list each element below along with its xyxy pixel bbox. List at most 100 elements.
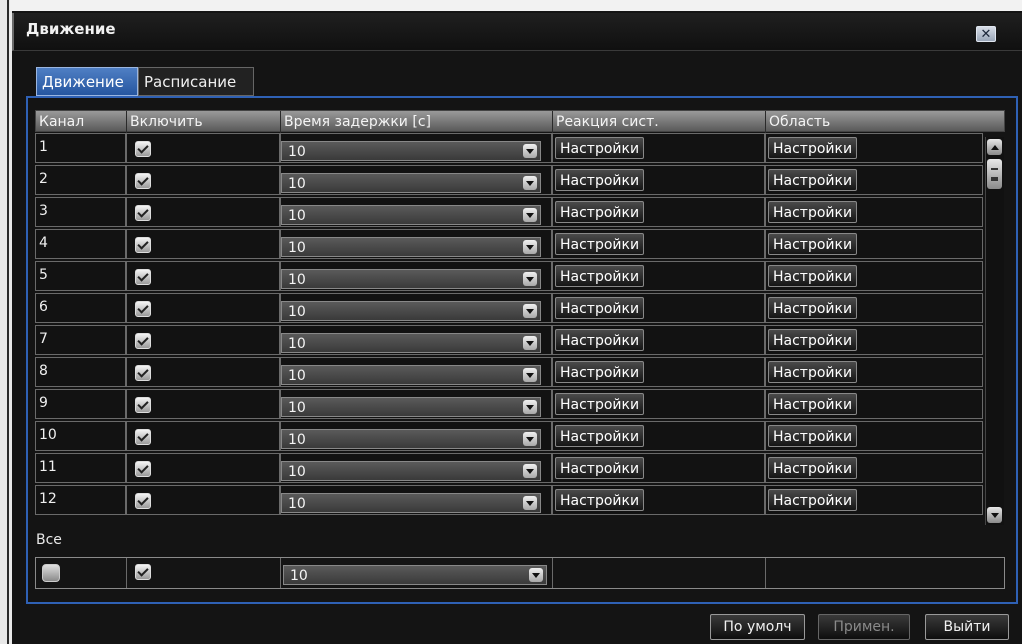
- all-select-cell: [36, 558, 127, 588]
- scroll-up-icon[interactable]: [987, 139, 1002, 155]
- delay-select[interactable]: 10: [281, 269, 541, 289]
- channel-number: 7: [39, 331, 48, 347]
- delay-select[interactable]: 10: [281, 493, 541, 513]
- channel-number: 6: [39, 299, 48, 315]
- all-delay-cell: 10: [281, 558, 553, 588]
- channel-cell: [35, 293, 126, 323]
- area-settings-button[interactable]: Настройки: [768, 137, 858, 159]
- apply-button[interactable]: Примен.: [818, 614, 910, 640]
- channel-number: 5: [39, 267, 48, 283]
- area-settings-button[interactable]: Настройки: [768, 233, 858, 255]
- reaction-settings-button[interactable]: Настройки: [555, 169, 645, 191]
- delay-select[interactable]: 10: [281, 173, 541, 193]
- table-row: 7 10 Настройки Настройки: [35, 325, 983, 355]
- delay-value: 10: [288, 144, 306, 160]
- channel-number: 1: [39, 139, 48, 155]
- tab-schedule[interactable]: Расписание: [138, 67, 254, 96]
- scroll-thumb[interactable]: [987, 159, 1002, 189]
- reaction-settings-button[interactable]: Настройки: [555, 297, 645, 319]
- table-row: 4 10 Настройки Настройки: [35, 229, 983, 259]
- enable-checkbox[interactable]: [135, 429, 151, 445]
- area-settings-button[interactable]: Настройки: [768, 361, 858, 383]
- chevron-down-icon: [523, 272, 537, 286]
- chevron-down-icon: [523, 464, 537, 478]
- enable-checkbox[interactable]: [135, 301, 151, 317]
- all-enable-cell: [127, 558, 281, 588]
- delay-select[interactable]: 10: [281, 429, 541, 449]
- left-edge-bar: [7, 0, 9, 644]
- enable-checkbox[interactable]: [135, 365, 151, 381]
- enable-checkbox[interactable]: [135, 237, 151, 253]
- chevron-down-icon: [523, 400, 537, 414]
- delay-select[interactable]: 10: [281, 301, 541, 321]
- enable-checkbox[interactable]: [135, 397, 151, 413]
- reaction-settings-button[interactable]: Настройки: [555, 457, 645, 479]
- area-settings-button[interactable]: Настройки: [768, 329, 858, 351]
- channel-cell: [35, 325, 126, 355]
- table-row: 6 10 Настройки Настройки: [35, 293, 983, 323]
- reaction-settings-button[interactable]: Настройки: [555, 489, 645, 511]
- area-settings-button[interactable]: Настройки: [768, 489, 858, 511]
- reaction-settings-button[interactable]: Настройки: [555, 425, 645, 447]
- exit-button[interactable]: Выйти: [925, 614, 1009, 640]
- delay-select[interactable]: 10: [281, 237, 541, 257]
- title-bar: [12, 13, 1022, 51]
- reaction-settings-button[interactable]: Настройки: [555, 393, 645, 415]
- delay-select[interactable]: 10: [281, 141, 541, 161]
- enable-checkbox[interactable]: [135, 493, 151, 509]
- chevron-down-icon: [523, 176, 537, 190]
- dialog-title: Движение: [26, 20, 116, 38]
- table-row: 1 10 Настройки Настройки: [35, 133, 983, 163]
- channel-cell: [35, 165, 126, 195]
- channel-number: 4: [39, 235, 48, 251]
- close-button[interactable]: ✕: [976, 26, 996, 42]
- enable-checkbox[interactable]: [135, 205, 151, 221]
- delay-value: 10: [288, 464, 306, 480]
- enable-checkbox[interactable]: [135, 461, 151, 477]
- channel-number: 12: [39, 491, 57, 507]
- delay-select[interactable]: 10: [281, 461, 541, 481]
- all-enable-checkbox[interactable]: [135, 564, 151, 580]
- chevron-down-icon: [523, 208, 537, 222]
- table-scrollbar[interactable]: [985, 137, 1004, 525]
- area-settings-button[interactable]: Настройки: [768, 393, 858, 415]
- channel-cell: [35, 133, 126, 163]
- area-settings-button[interactable]: Настройки: [768, 297, 858, 319]
- delay-select[interactable]: 10: [281, 397, 541, 417]
- left-edge: [0, 0, 10, 644]
- all-area-cell: [766, 558, 1004, 588]
- reaction-settings-button[interactable]: Настройки: [555, 265, 645, 287]
- area-settings-button[interactable]: Настройки: [768, 425, 858, 447]
- all-delay-select[interactable]: 10: [283, 565, 547, 585]
- enable-checkbox[interactable]: [135, 333, 151, 349]
- area-settings-button[interactable]: Настройки: [768, 169, 858, 191]
- default-button[interactable]: По умолч: [710, 614, 805, 640]
- reaction-settings-button[interactable]: Настройки: [555, 329, 645, 351]
- area-settings-button[interactable]: Настройки: [768, 457, 858, 479]
- delay-select[interactable]: 10: [281, 205, 541, 225]
- enable-checkbox[interactable]: [135, 141, 151, 157]
- select-all-checkbox[interactable]: [42, 564, 60, 582]
- channel-number: 9: [39, 395, 48, 411]
- reaction-settings-button[interactable]: Настройки: [555, 201, 645, 223]
- enable-checkbox[interactable]: [135, 173, 151, 189]
- enable-checkbox[interactable]: [135, 269, 151, 285]
- top-edge: [10, 0, 1022, 11]
- reaction-settings-button[interactable]: Настройки: [555, 233, 645, 255]
- scroll-down-icon[interactable]: [987, 507, 1002, 523]
- delay-value: 10: [288, 336, 306, 352]
- channel-cell: [35, 389, 126, 419]
- channel-number: 2: [39, 171, 48, 187]
- area-settings-button[interactable]: Настройки: [768, 201, 858, 223]
- table-row: 9 10 Настройки Настройки: [35, 389, 983, 419]
- reaction-settings-button[interactable]: Настройки: [555, 361, 645, 383]
- column-header-enable: Включить: [127, 111, 281, 133]
- all-row: 10: [35, 557, 1005, 589]
- table-row: 11 10 Настройки Настройки: [35, 453, 983, 483]
- area-settings-button[interactable]: Настройки: [768, 265, 858, 287]
- delay-select[interactable]: 10: [281, 333, 541, 353]
- reaction-settings-button[interactable]: Настройки: [555, 137, 645, 159]
- delay-select[interactable]: 10: [281, 365, 541, 385]
- tab-motion[interactable]: Движение: [36, 67, 138, 96]
- column-header-reaction: Реакция сист.: [553, 111, 766, 133]
